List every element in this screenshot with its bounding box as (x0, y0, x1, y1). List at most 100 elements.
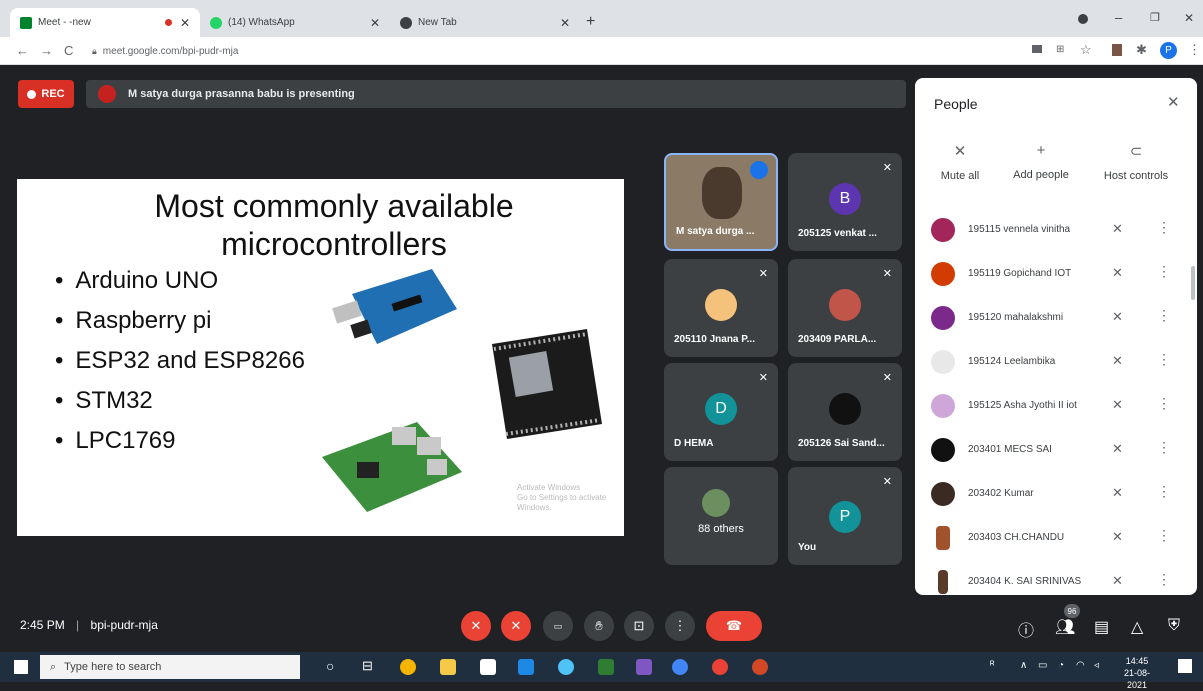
people-tray-icon[interactable]: ᴿ (990, 660, 995, 671)
more-options-icon[interactable]: ⋮ (1157, 351, 1171, 368)
bookmark-star-icon[interactable]: ☆ (1080, 42, 1092, 58)
camera-icon[interactable] (1032, 45, 1042, 53)
chrome-profile-icon[interactable] (712, 659, 728, 675)
close-panel-icon[interactable]: ✕ (1167, 93, 1180, 111)
participant-row[interactable]: 195125 Asha Jyothi II iot ✕ ⋮ (915, 386, 1197, 430)
participant-row[interactable]: 195124 Leelambika ✕ ⋮ (915, 342, 1197, 386)
wifi-icon[interactable]: ◠ (1076, 660, 1085, 671)
mic-muted-icon[interactable]: ✕ (1112, 309, 1123, 325)
participant-avatar (931, 218, 955, 242)
mic-muted-icon[interactable]: ✕ (1112, 353, 1123, 369)
task-view-icon[interactable]: ⊟ (362, 658, 373, 674)
edge-icon[interactable] (558, 659, 574, 675)
volume-icon[interactable]: ◃ (1094, 660, 1099, 671)
leave-call-button[interactable]: ☎︎ (706, 611, 762, 641)
participant-tile[interactable]: ✕ D D HEMA (664, 363, 778, 461)
meeting-details[interactable]: 2:45 PM | bpi-pudr-mja (20, 618, 158, 632)
participant-row[interactable]: 195119 Gopichand IOT ✕ ⋮ (915, 254, 1197, 298)
battery-icon[interactable]: ▭ (1038, 660, 1047, 671)
more-options-icon[interactable]: ⋮ (1157, 527, 1171, 544)
participant-row[interactable]: 203403 CH.CHANDU ✕ ⋮ (915, 518, 1197, 562)
host-controls-button[interactable]: ⊂ Host controls (1091, 142, 1181, 182)
mic-muted-icon[interactable]: ✕ (1112, 529, 1123, 545)
windows-start-icon[interactable] (14, 660, 28, 674)
profile-avatar[interactable]: P (1160, 42, 1177, 59)
reload-icon[interactable]: C (64, 43, 73, 58)
mic-muted-icon[interactable]: ✕ (1112, 485, 1123, 501)
mic-toggle-button[interactable]: ✕ (461, 611, 491, 641)
cortana-icon[interactable]: ○ (326, 658, 334, 674)
more-options-icon[interactable]: ⋮ (1157, 483, 1171, 500)
mic-muted-icon[interactable]: ✕ (1112, 397, 1123, 413)
menu-kebab-icon[interactable]: ⋮ (1188, 42, 1201, 58)
info-icon[interactable]: ⓘ (1018, 617, 1034, 641)
store-icon[interactable] (480, 659, 496, 675)
participant-row[interactable]: 203404 K. SAI SRINIVAS ✕ ⋮ (915, 562, 1197, 595)
people-icon[interactable]: 👥︎ (1055, 617, 1075, 637)
minimize-icon[interactable]: – (1115, 10, 1122, 25)
more-options-icon[interactable]: ⋮ (1157, 263, 1171, 280)
host-shield-icon[interactable]: ⛨ (1168, 617, 1180, 635)
tab-whatsapp[interactable]: (14) WhatsApp ✕ (200, 8, 390, 37)
participant-tile[interactable]: ✕ B 205125 venkat ... (788, 153, 902, 251)
activities-icon[interactable]: △ (1131, 617, 1143, 637)
participant-row[interactable]: 203402 Kumar ✕ ⋮ (915, 474, 1197, 518)
participant-tile[interactable]: M satya durga ... (664, 153, 778, 251)
taskbar-search-box[interactable]: ⌕ Type here to search (40, 655, 300, 679)
mic-muted-icon[interactable]: ✕ (1112, 573, 1123, 589)
tab-new-tab[interactable]: New Tab ✕ (390, 8, 580, 37)
more-options-icon[interactable]: ⋮ (1157, 571, 1171, 588)
close-tab-icon[interactable]: ✕ (180, 16, 190, 30)
mute-all-button[interactable]: ✕ Mute all (915, 142, 1005, 182)
app-icon[interactable] (636, 659, 652, 675)
camera-toggle-button[interactable]: ✕ (501, 611, 531, 641)
participant-row[interactable]: 203401 MECS SAI ✕ ⋮ (915, 430, 1197, 474)
puzzle-extensions-icon[interactable]: ✱ (1136, 42, 1147, 58)
participant-tile[interactable]: ✕ 203409 PARLA... (788, 259, 902, 357)
back-arrow-icon[interactable]: ← (16, 43, 29, 58)
raise-hand-button[interactable]: ✋︎ (584, 611, 614, 641)
more-options-icon[interactable]: ⋮ (1157, 439, 1171, 456)
more-options-icon[interactable]: ⋮ (1157, 395, 1171, 412)
mic-muted-icon[interactable]: ✕ (1112, 441, 1123, 457)
tray-chevron-icon[interactable]: ∧ (1020, 660, 1027, 671)
translate-icon[interactable]: ⊞ (1056, 44, 1064, 55)
more-options-icon[interactable]: ⋮ (1157, 219, 1171, 236)
chrome-taskbar-icon[interactable] (400, 659, 416, 675)
mail-icon[interactable] (518, 659, 534, 675)
window-close-icon[interactable]: ✕ (1184, 11, 1194, 25)
others-tile[interactable]: 88 others (664, 467, 778, 565)
add-people-button[interactable]: + Add people (996, 142, 1086, 181)
participant-tile[interactable]: ✕ 205126 Sai Sand... (788, 363, 902, 461)
excel-icon[interactable] (598, 659, 614, 675)
new-tab-plus-icon[interactable]: + (586, 13, 595, 31)
notification-center-icon[interactable] (1178, 659, 1192, 673)
self-tile[interactable]: ✕ P You (788, 467, 902, 565)
network-icon[interactable]: ◔ (1058, 660, 1064, 671)
taskbar-clock[interactable]: 14:45 21-08-2021 (1115, 655, 1159, 691)
recording-badge[interactable]: REC (18, 80, 74, 108)
chrome-active-icon[interactable] (672, 659, 688, 675)
tab-label: Meet - -new (38, 17, 91, 28)
participant-row[interactable]: 195120 mahalakshmi ✕ ⋮ (915, 298, 1197, 342)
restore-icon[interactable]: ❐ (1150, 11, 1160, 24)
chat-icon[interactable]: ▤ (1094, 617, 1109, 637)
captions-button[interactable]: ▭ (543, 611, 573, 641)
participant-row[interactable]: 195115 vennela vinitha ✕ ⋮ (915, 210, 1197, 254)
watermark-line: Activate Windows (517, 483, 581, 492)
profile-indicator-icon[interactable] (1078, 14, 1088, 24)
present-button[interactable]: ⊡ (624, 611, 654, 641)
tab-meet[interactable]: Meet - -new ✕ (10, 8, 200, 37)
close-tab-icon[interactable]: ✕ (370, 16, 380, 30)
participant-tile[interactable]: ✕ 205110 Jnana P... (664, 259, 778, 357)
mic-muted-icon[interactable]: ✕ (1112, 221, 1123, 237)
forward-arrow-icon[interactable]: → (40, 43, 53, 58)
extension-icon[interactable] (1112, 44, 1122, 56)
mic-muted-icon[interactable]: ✕ (1112, 265, 1123, 281)
url-bar[interactable]: 🔒︎ meet.google.com/bpi-pudr-mja (92, 41, 1022, 61)
close-tab-icon[interactable]: ✕ (560, 16, 570, 30)
file-explorer-icon[interactable] (440, 659, 456, 675)
more-options-button[interactable]: ⋮ (665, 611, 695, 641)
more-options-icon[interactable]: ⋮ (1157, 307, 1171, 324)
powerpoint-icon[interactable] (752, 659, 768, 675)
